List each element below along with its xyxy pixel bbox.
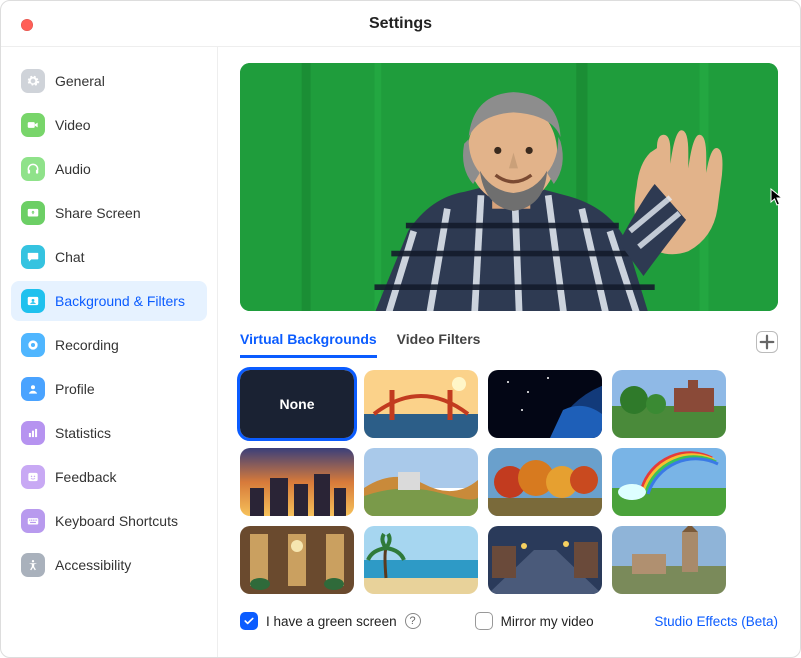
sidebar-item-label: Chat xyxy=(55,249,85,265)
settings-window: Settings General Video Audio Share Screen Ch… xyxy=(0,0,801,658)
background-thumb-image xyxy=(364,526,478,594)
background-thumb-earth[interactable] xyxy=(488,370,602,438)
titlebar: Settings xyxy=(1,1,800,47)
background-thumb-none[interactable]: None xyxy=(240,370,354,438)
settings-content: Virtual Backgrounds Video Filters None I … xyxy=(218,47,800,657)
sidebar-item-keyboard-shortcuts[interactable]: Keyboard Shortcuts xyxy=(11,501,207,541)
background-icon xyxy=(21,289,45,313)
background-thumb-image xyxy=(488,448,602,516)
background-thumb-sunset[interactable] xyxy=(240,448,354,516)
sidebar-item-label: Accessibility xyxy=(55,557,131,573)
sidebar-item-background-filters[interactable]: Background & Filters xyxy=(11,281,207,321)
background-thumb-image xyxy=(364,370,478,438)
background-thumb-image xyxy=(612,448,726,516)
tab-virtual-backgrounds[interactable]: Virtual Backgrounds xyxy=(240,325,377,358)
sidebar-item-profile[interactable]: Profile xyxy=(11,369,207,409)
background-thumb-image xyxy=(488,526,602,594)
background-thumb-campus[interactable] xyxy=(612,370,726,438)
background-thumb-fall[interactable] xyxy=(488,448,602,516)
options-row: I have a green screen ? Mirror my video … xyxy=(240,612,778,630)
sidebar-item-video[interactable]: Video xyxy=(11,105,207,145)
background-thumb-image xyxy=(240,526,354,594)
sidebar-item-label: General xyxy=(55,73,105,89)
settings-sidebar: General Video Audio Share Screen Chat Backgro… xyxy=(1,47,218,657)
background-thumb-bridge[interactable] xyxy=(364,370,478,438)
background-thumb-image xyxy=(488,370,602,438)
sidebar-item-recording[interactable]: Recording xyxy=(11,325,207,365)
background-thumb-image xyxy=(240,448,354,516)
background-grid: None xyxy=(240,370,778,594)
sidebar-item-label: Audio xyxy=(55,161,91,177)
statistics-icon xyxy=(21,421,45,445)
sidebar-item-audio[interactable]: Audio xyxy=(11,149,207,189)
tab-video-filters[interactable]: Video Filters xyxy=(397,325,481,358)
sidebar-item-label: Statistics xyxy=(55,425,111,441)
background-thumb-image xyxy=(364,448,478,516)
share-screen-icon xyxy=(21,201,45,225)
add-background-button[interactable] xyxy=(756,331,778,353)
sidebar-item-label: Profile xyxy=(55,381,95,397)
studio-effects-link[interactable]: Studio Effects (Beta) xyxy=(654,614,778,629)
sidebar-item-label: Share Screen xyxy=(55,205,141,221)
sidebar-item-label: Video xyxy=(55,117,91,133)
video-icon xyxy=(21,113,45,137)
sidebar-item-share-screen[interactable]: Share Screen xyxy=(11,193,207,233)
background-tabs: Virtual Backgrounds Video Filters xyxy=(240,325,778,358)
background-thumb-tower[interactable] xyxy=(612,526,726,594)
mirror-checkbox[interactable] xyxy=(475,612,493,630)
check-icon xyxy=(243,615,255,627)
greenscreen-label: I have a green screen xyxy=(266,614,397,629)
accessibility-icon xyxy=(21,553,45,577)
background-thumb-lobby[interactable] xyxy=(240,526,354,594)
headphones-icon xyxy=(21,157,45,181)
profile-icon xyxy=(21,377,45,401)
window-title: Settings xyxy=(369,15,432,33)
sidebar-item-label: Feedback xyxy=(55,469,116,485)
video-preview xyxy=(240,63,778,311)
mirror-label: Mirror my video xyxy=(501,614,594,629)
sidebar-item-feedback[interactable]: Feedback xyxy=(11,457,207,497)
sidebar-item-label: Recording xyxy=(55,337,119,353)
plus-icon xyxy=(757,332,777,352)
gear-icon xyxy=(21,69,45,93)
sidebar-item-label: Keyboard Shortcuts xyxy=(55,513,178,529)
background-thumb-label: None xyxy=(280,396,315,412)
greenscreen-checkbox[interactable] xyxy=(240,612,258,630)
chat-icon xyxy=(21,245,45,269)
background-thumb-rainbow[interactable] xyxy=(612,448,726,516)
sidebar-item-statistics[interactable]: Statistics xyxy=(11,413,207,453)
sidebar-item-label: Background & Filters xyxy=(55,293,185,309)
background-thumb-beach[interactable] xyxy=(364,526,478,594)
close-window-icon[interactable] xyxy=(21,19,33,31)
background-thumb-image xyxy=(612,370,726,438)
background-thumb-street[interactable] xyxy=(488,526,602,594)
greenscreen-help-icon[interactable]: ? xyxy=(405,613,421,629)
sidebar-item-chat[interactable]: Chat xyxy=(11,237,207,277)
sidebar-item-general[interactable]: General xyxy=(11,61,207,101)
background-thumb-hills[interactable] xyxy=(364,448,478,516)
keyboard-icon xyxy=(21,509,45,533)
sidebar-item-accessibility[interactable]: Accessibility xyxy=(11,545,207,585)
background-thumb-image xyxy=(612,526,726,594)
feedback-icon xyxy=(21,465,45,489)
record-icon xyxy=(21,333,45,357)
